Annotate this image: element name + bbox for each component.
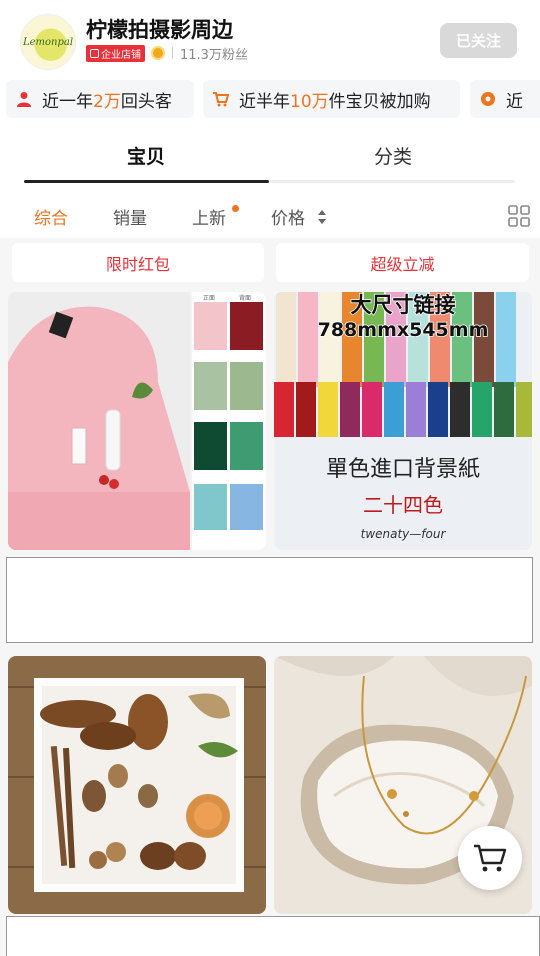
sort-comprehensive[interactable]: 综合 (34, 204, 68, 229)
shop-header: Lemonpal 柠檬拍摄影周边 企业店铺 11.3万粉丝 已关注 (0, 0, 540, 140)
swatch-front-label: 正面 (203, 295, 215, 302)
divider (172, 47, 173, 59)
promo-highlight: 2万 (93, 91, 121, 112)
overlay-title: 大尺寸链接 (351, 293, 456, 317)
coupon-limited-red-packet[interactable]: 限时红包 (12, 243, 264, 282)
enterprise-badge: 企业店铺 (86, 44, 145, 62)
tab-bar: 宝贝 分类 (0, 128, 540, 188)
sort-sales[interactable]: 销量 (113, 204, 147, 229)
shield-icon (90, 48, 99, 58)
flower-icon (481, 92, 495, 106)
promo-suffix: 件宝贝被加购 (328, 91, 431, 112)
cart-icon (213, 92, 229, 107)
sort-new[interactable]: 上新 (192, 204, 226, 229)
user-icon (17, 92, 31, 107)
placeholder-card (6, 557, 533, 643)
layout-grid-icon[interactable] (508, 205, 530, 227)
promo-prefix: 近 (506, 91, 523, 112)
promo-suffix: 回头客 (120, 91, 172, 112)
caption-sub: 二十四色 (363, 493, 443, 517)
coupon-super-discount[interactable]: 超级立减 (276, 243, 529, 282)
tab-inactive-track (269, 180, 515, 183)
shop-logo[interactable]: Lemonpal (20, 14, 76, 70)
promo-row: 近一年 2万 回头客 近半年 10万 件宝贝被加购 近 (0, 80, 540, 118)
product-card-pink-backdrop[interactable]: 正面 背面 (8, 292, 266, 550)
shop-logo-text: Lemonpal (22, 36, 74, 48)
new-dot-indicator (232, 205, 239, 212)
promo-prefix: 近一年 (42, 91, 93, 112)
promo-highlight: 10万 (290, 91, 329, 112)
caption-main: 單色進口背景紙 (326, 457, 480, 482)
sort-bar: 综合 销量 上新 价格 (0, 188, 540, 238)
shop-meta: 企业店铺 11.3万粉丝 (86, 44, 248, 63)
product-image-paper-rolls: 大尺寸链接 788mmx545mm 單色進口背景紙 二十四色 twenaty—f… (274, 292, 532, 550)
promo-chip-returning-customers[interactable]: 近一年 2万 回头客 (6, 80, 194, 118)
cart-floating-button[interactable] (458, 826, 522, 890)
overlay-size: 788mmx545mm (318, 319, 489, 341)
fans-count: 11.3万粉丝 (180, 47, 248, 63)
placeholder-card (6, 916, 540, 956)
promo-prefix: 近半年 (239, 91, 290, 112)
tab-active-indicator (24, 180, 269, 183)
caption-en: twenaty—four (361, 527, 447, 541)
product-image-pinecones (8, 656, 266, 914)
product-card-paper-rolls[interactable]: 大尺寸链接 788mmx545mm 單色進口背景紙 二十四色 twenaty—f… (274, 292, 532, 550)
promo-chip-added-to-cart[interactable]: 近半年 10万 件宝贝被加购 (203, 80, 460, 118)
follow-button[interactable]: 已关注 (440, 23, 517, 58)
promo-chip-third[interactable]: 近 (470, 80, 540, 118)
product-image-pink-backdrop: 正面 背面 (8, 292, 266, 550)
product-card-pinecones[interactable] (8, 656, 266, 914)
tab-products[interactable]: 宝贝 (96, 142, 196, 169)
swatch-back-label: 背面 (239, 294, 251, 302)
shop-name[interactable]: 柠檬拍摄影周边 (86, 14, 233, 44)
enterprise-badge-label: 企业店铺 (101, 49, 141, 61)
shopping-cart-icon (474, 844, 507, 872)
sort-price[interactable]: 价格 (271, 204, 305, 229)
medal-icon (151, 46, 165, 60)
sort-arrows-icon[interactable] (317, 208, 327, 226)
tab-categories[interactable]: 分类 (343, 142, 443, 169)
